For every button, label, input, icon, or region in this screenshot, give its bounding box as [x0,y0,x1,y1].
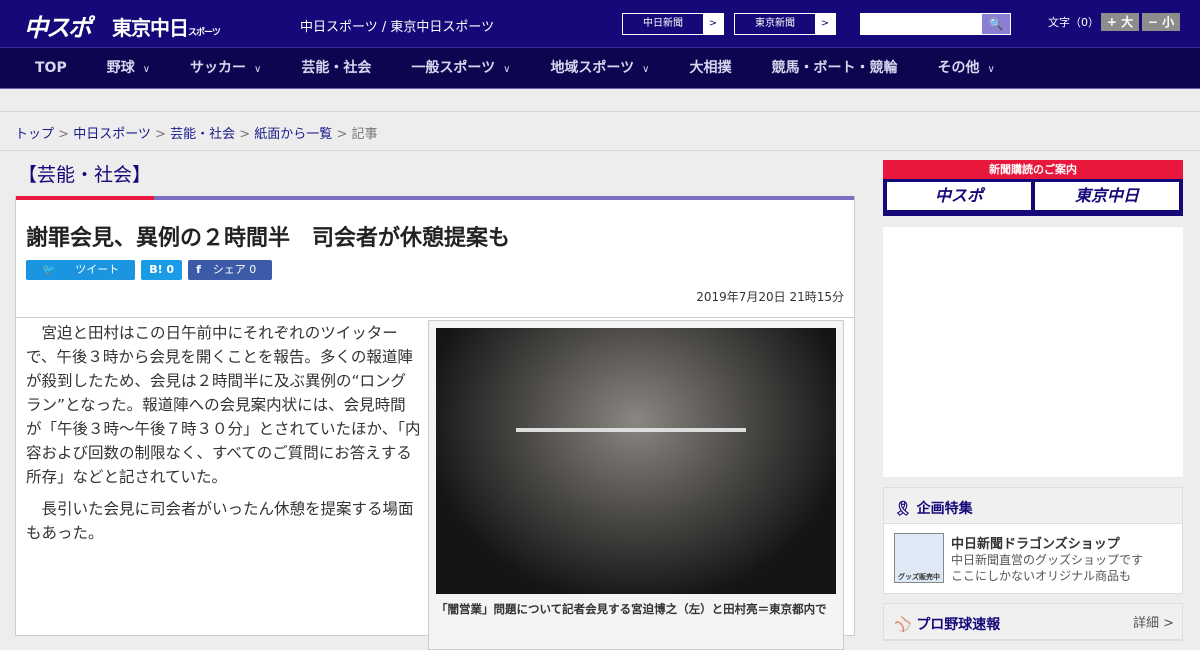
logo-small: スポーツ [188,28,221,38]
breadcrumb: トップ > 中日スポーツ > 芸能・社会 > 紙面から一覧 > 記事 [0,111,1200,151]
nav-item[interactable]: 野球 ∨ [92,48,165,88]
sep: > [235,127,255,142]
twitter-icon: 🐦 [42,263,60,276]
nav-label: TOP [35,60,67,76]
shop-title: 中日新聞ドラゴンズショップ [951,537,1120,552]
nav-label: 芸能・社会 [301,60,372,76]
chevron-down-icon: ∨ [987,64,995,75]
ad-space [0,89,1200,111]
breadcrumb-link[interactable]: 芸能・社会 [170,127,235,142]
facebook-share-button[interactable]: f シェア 0 [188,260,273,280]
subscribe-chuspo-button[interactable]: 中スポ [887,182,1031,210]
tokyo-shimbun-link[interactable]: 東京新聞 > [734,13,836,35]
baseball-icon: ⚾ [894,617,917,633]
chevron-down-icon: ∨ [503,64,511,75]
press-conference-photo[interactable] [436,328,836,594]
nav-label: 一般スポーツ [411,60,496,76]
nav-label: 地域スポーツ [550,60,635,76]
baseball-title: プロ野球速報 [916,617,1001,633]
main-nav: TOP 野球 ∨ サッカー ∨ 芸能・社会 一般スポーツ ∨ 地域スポーツ ∨ 大相撲 … [0,48,1200,89]
search-icon[interactable]: 🔍 [982,14,1010,34]
chevron-right-icon: > [703,14,723,34]
font-larger-button[interactable]: + 大 [1101,13,1139,31]
breadcrumb-link[interactable]: 紙面から一覧 [254,127,332,142]
nav-item[interactable]: 大相撲 [675,48,747,88]
nav-label: その他 [937,60,980,76]
nav-item[interactable]: TOP [20,48,82,88]
tagline: 中日スポーツ / 東京中日スポーツ [300,20,495,35]
subscribe-tochu-button[interactable]: 東京中日 [1035,182,1179,210]
hatena-button[interactable]: B! 0 [141,260,183,280]
article: 謝罪会見、異例の２時間半 司会者が休憩提案も 🐦 ツイート B! 0 f シェア… [15,196,855,650]
tweet-label: ツイート [75,263,120,276]
font-smaller-button[interactable]: − 小 [1142,13,1180,31]
facebook-icon: f [196,263,205,276]
feature-box: 🎗 企画特集 グッズ販売中 中日新聞ドラゴンズショップ 中日新聞直営のグッズショッ… [883,487,1183,594]
article-figure: 「闇営業」問題について記者会見する宮迫博之（左）と田村亮＝東京都内で [428,320,844,650]
logo-chuspo[interactable]: 中スポ [24,8,92,43]
table-shape [516,428,746,432]
photo-caption: 「闇営業」問題について記者会見する宮迫博之（左）と田村亮＝東京都内で [436,602,827,616]
link-label: 中日新聞 [643,18,683,29]
nav-label: 大相撲 [689,60,732,76]
breadcrumb-current: 記事 [351,127,378,142]
breadcrumb-link[interactable]: 中日スポーツ [73,127,151,142]
nav-item[interactable]: 競馬・ボート・競輪 [757,48,913,88]
category-heading: 【芸能・社会】 [18,164,152,186]
baseball-score-box: ⚾ プロ野球速報 詳細 > [883,603,1183,641]
chevron-down-icon: ∨ [254,64,262,75]
shop-thumbnail: グッズ販売中 [894,533,944,583]
chevron-right-icon: > [815,14,835,34]
nav-label: サッカー [190,60,247,76]
share-label: シェア 0 [212,263,257,276]
subscription-banner: 新聞購読のご案内 中スポ 東京中日 [883,160,1183,216]
sep: > [150,127,171,142]
link-label: 東京新聞 [755,18,795,29]
nav-label: 競馬・ボート・競輪 [771,60,898,76]
nav-item[interactable]: 一般スポーツ ∨ [396,48,525,88]
logo-tokyo-chunichi[interactable]: 東京中日スポーツ [112,12,221,41]
nav-label: 野球 [106,60,135,76]
shop-desc: 中日新聞直営のグッズショップです [951,553,1144,567]
sidebar-ad [883,227,1183,477]
search-input[interactable] [861,14,982,34]
article-body: 宮迫と田村はこの日午前中にそれぞれのツイッターで、午後３時から会見を開くことを報… [26,321,421,553]
nav-item[interactable]: その他 ∨ [923,48,1010,88]
social-buttons: 🐦 ツイート B! 0 f シェア 0 [16,252,854,288]
logo-text: 東京中日 [112,16,189,40]
article-title: 謝罪会見、異例の２時間半 司会者が休憩提案も [26,226,511,251]
paragraph: 長引いた会見に司会者がいったん休憩を提案する場面もあった。 [26,500,414,542]
sep: > [332,127,352,142]
nav-item[interactable]: サッカー ∨ [175,48,276,88]
font-size-label: 文字（0） [1048,16,1099,29]
search-box: 🔍 [860,13,1011,35]
feature-title: 企画特集 [916,501,973,517]
shop-desc: ここにしかないオリジナル商品も [951,569,1132,583]
subscription-title: 新聞購読のご案内 [883,160,1183,179]
tweet-button[interactable]: 🐦 ツイート [26,260,136,280]
chevron-down-icon: ∨ [642,64,650,75]
chevron-down-icon: ∨ [142,64,151,75]
dragons-shop-link[interactable]: グッズ販売中 中日新聞ドラゴンズショップ 中日新聞直営のグッズショップです ここにし… [884,524,1182,593]
details-link[interactable]: 詳細 > [1133,612,1174,631]
accent-bar [16,196,854,200]
nav-item[interactable]: 地域スポーツ ∨ [535,48,664,88]
chunichi-shimbun-link[interactable]: 中日新聞 > [622,13,724,35]
header: 中スポ 東京中日スポーツ 中日スポーツ / 東京中日スポーツ 中日新聞 > 東京新… [0,0,1200,48]
paragraph: 宮迫と田村はこの日午前中にそれぞれのツイッターで、午後３時から会見を開くことを報… [26,324,421,486]
ribbon-icon: 🎗 [894,501,917,517]
publish-date: 2019年7月20日 21時15分 [16,288,854,318]
breadcrumb-link[interactable]: トップ [15,127,54,142]
nav-item[interactable]: 芸能・社会 [286,48,386,88]
sep: > [54,127,74,142]
